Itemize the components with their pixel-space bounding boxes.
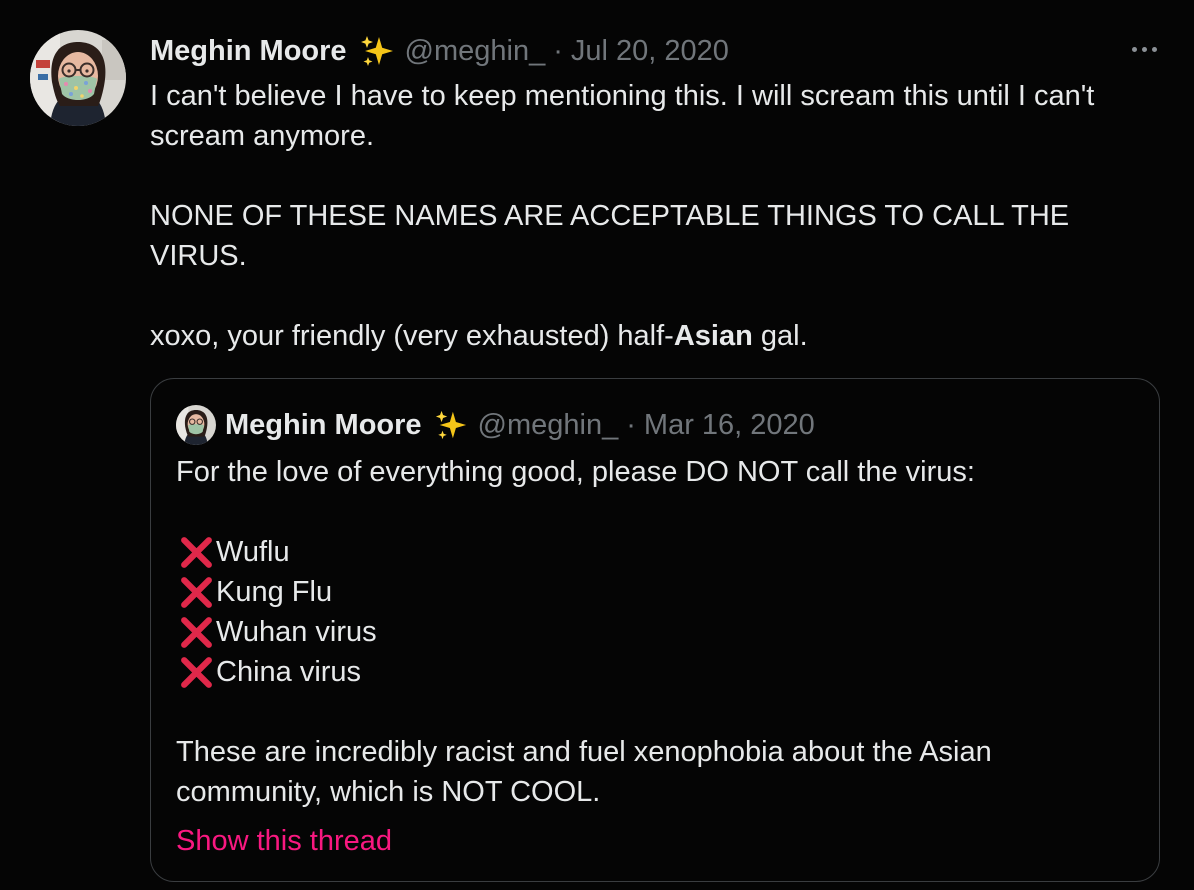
list-item: China virus [176, 652, 1136, 692]
avatar-image [30, 30, 126, 126]
list-item-label: China virus [216, 656, 362, 688]
signoff-text-end: gal. [752, 320, 808, 352]
quoted-tweet-text: For the love of everything good, please … [176, 452, 1136, 812]
quoted-author-name[interactable]: Meghin Moore [225, 409, 422, 442]
separator-dot: · [626, 408, 636, 441]
list-item-label: Kung Flu [216, 576, 333, 608]
sparkles-icon [359, 33, 395, 69]
tweet-header: Meghin Moore @meghin_ · Jul 20, 2020 [150, 31, 729, 71]
quoted-tweet-header: Meghin Moore @meghin_ · Mar 16, 2020 [176, 403, 815, 447]
quoted-closing: These are incredibly racist and fuel xen… [176, 736, 992, 808]
cross-mark-icon [178, 574, 215, 611]
quoted-author-handle[interactable]: @meghin_ [478, 409, 619, 442]
more-icon[interactable] [1124, 34, 1164, 64]
author-name[interactable]: Meghin Moore [150, 35, 347, 68]
tweet-signoff: xoxo, your friendly (very exhausted) hal… [150, 316, 1170, 356]
quoted-intro: For the love of everything good, please … [176, 456, 975, 488]
avatar[interactable] [176, 405, 216, 445]
list-item-label: Wuflu [216, 536, 290, 568]
list-item: Kung Flu [176, 572, 1136, 612]
list-item: Wuflu [176, 532, 1136, 572]
tweet-date[interactable]: Jul 20, 2020 [571, 35, 729, 68]
separator-dot: · [553, 34, 563, 67]
cross-mark-icon [178, 654, 215, 691]
quoted-tweet[interactable]: Meghin Moore @meghin_ · Mar 16, 2020 For… [150, 378, 1160, 882]
quoted-tweet-date[interactable]: Mar 16, 2020 [644, 409, 815, 442]
signoff-text: xoxo, your friendly (very exhausted) hal… [150, 320, 674, 352]
cross-mark-icon [178, 534, 215, 571]
tweet-text: I can't believe I have to keep mentionin… [150, 76, 1170, 356]
list-item: Wuhan virus [176, 612, 1136, 652]
sparkles-icon [434, 408, 468, 442]
show-thread-link[interactable]: Show this thread [176, 821, 392, 861]
list-item-label: Wuhan virus [216, 616, 377, 648]
cross-mark-icon [178, 614, 215, 651]
tweet-paragraph: I can't believe I have to keep mentionin… [150, 80, 1095, 152]
quoted-avatar-image [176, 405, 216, 445]
signoff-bold-text: Asian [673, 320, 753, 352]
tweet[interactable]: Meghin Moore @meghin_ · Jul 20, 2020 I c… [0, 0, 1194, 890]
tweet-paragraph: NONE OF THESE NAMES ARE ACCEPTABLE THING… [150, 200, 1070, 272]
avatar[interactable] [30, 30, 126, 126]
author-handle[interactable]: @meghin_ [405, 35, 546, 68]
